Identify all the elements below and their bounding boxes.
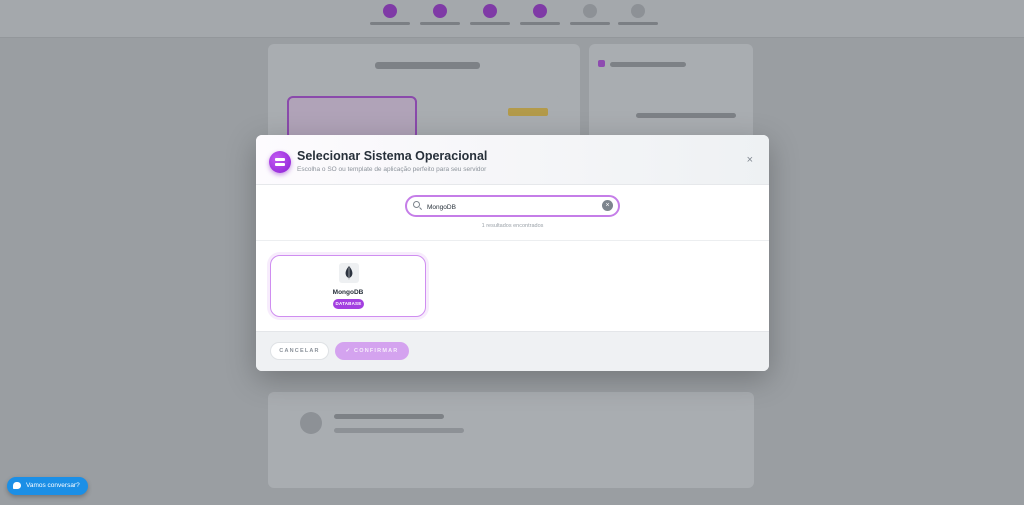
server-icon	[269, 151, 291, 173]
step-indicator	[570, 4, 610, 25]
background-card	[287, 96, 417, 140]
category-badge: DATABASE	[333, 299, 364, 309]
search-icon	[413, 201, 420, 208]
background-text	[610, 62, 686, 67]
chat-widget-button[interactable]: Vamos conversar?	[7, 477, 88, 495]
step-indicator	[470, 4, 510, 25]
os-option-card[interactable]: MongoDB DATABASE	[270, 255, 426, 317]
step-indicator	[370, 4, 410, 25]
step-indicator	[520, 4, 560, 25]
os-option-name: MongoDB	[332, 289, 364, 296]
select-os-modal: Selecionar Sistema Operacional Escolha o…	[256, 135, 769, 371]
modal-subtitle: Escolha o SO ou template de aplicação pe…	[297, 166, 487, 173]
background-text	[636, 113, 736, 118]
chat-label: Vamos conversar?	[26, 482, 80, 489]
cancel-button[interactable]: CANCELAR	[270, 342, 329, 360]
modal-title: Selecionar Sistema Operacional	[297, 149, 488, 163]
background-text	[334, 414, 444, 419]
modal-footer: CANCELAR ✓ CONFIRMAR	[256, 331, 769, 371]
result-count: 1 resultados encontrados	[481, 223, 544, 229]
search-section: × 1 resultados encontrados	[256, 185, 769, 241]
background-card	[589, 44, 753, 144]
background-text	[375, 62, 480, 69]
modal-header: Selecionar Sistema Operacional Escolha o…	[256, 135, 769, 185]
step-indicator	[618, 4, 658, 25]
background-card	[427, 96, 561, 140]
background-icon	[598, 60, 605, 67]
confirm-button[interactable]: ✓ CONFIRMAR	[335, 342, 409, 360]
clear-search-icon[interactable]: ×	[602, 200, 613, 211]
background-icon	[300, 412, 322, 434]
search-box[interactable]: ×	[405, 195, 620, 217]
background-header	[0, 0, 1024, 38]
background-card	[268, 392, 754, 488]
search-input[interactable]	[427, 201, 597, 213]
background-text	[334, 428, 464, 433]
background-badge	[508, 108, 548, 116]
chat-bubble-icon	[13, 482, 21, 489]
close-icon[interactable]: ×	[747, 155, 753, 166]
results-grid: MongoDB DATABASE	[256, 241, 769, 331]
step-indicator	[420, 4, 460, 25]
mongodb-leaf-icon	[339, 263, 359, 283]
